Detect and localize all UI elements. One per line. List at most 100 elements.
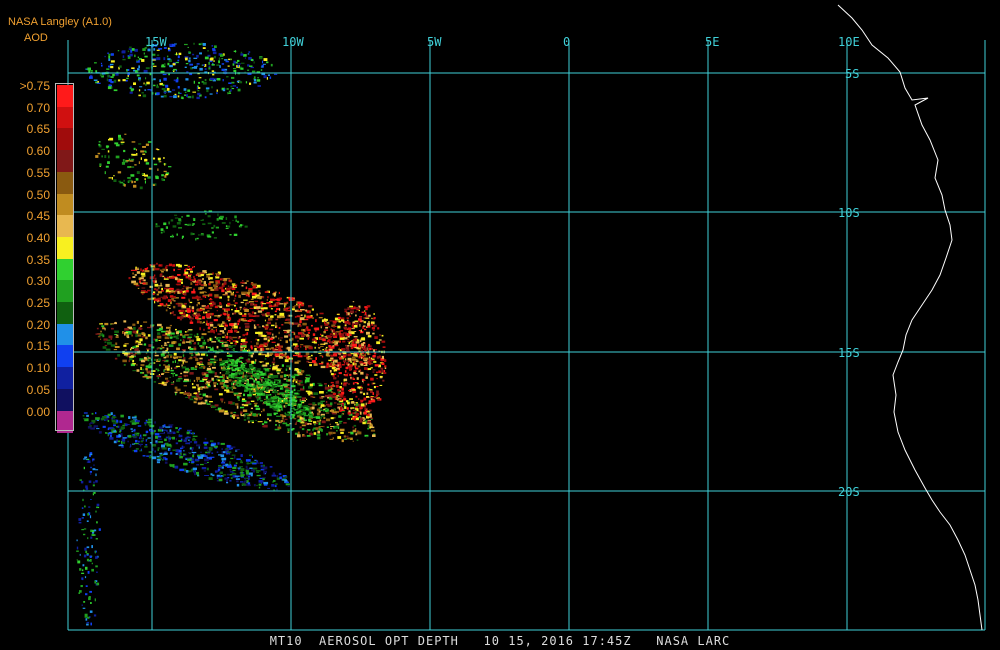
aerosol-pixel bbox=[219, 475, 223, 478]
aerosol-pixel bbox=[183, 357, 186, 360]
aerosol-pixel bbox=[168, 435, 170, 439]
aerosol-pixel bbox=[372, 382, 376, 384]
aerosol-pixel bbox=[117, 79, 121, 82]
aerosol-pixel bbox=[157, 225, 160, 227]
aerosol-pixel bbox=[256, 376, 260, 380]
aerosol-pixel bbox=[104, 55, 106, 58]
aerosol-pixel bbox=[191, 383, 194, 386]
aerosol-pixel bbox=[296, 303, 298, 305]
aerosol-pixel bbox=[261, 304, 263, 307]
aerosol-pixel bbox=[189, 379, 191, 382]
aerosol-pixel bbox=[352, 429, 356, 433]
aerosol-pixel bbox=[246, 383, 252, 387]
aerosol-pixel bbox=[225, 227, 229, 229]
aerosol-pixel bbox=[355, 314, 357, 317]
aerosol-pixel bbox=[267, 356, 269, 358]
aerosol-pixel bbox=[181, 307, 183, 309]
aerosol-pixel bbox=[252, 467, 258, 470]
aerosol-pixel bbox=[163, 157, 165, 159]
aerosol-pixel bbox=[341, 439, 344, 443]
aerosol-pixel bbox=[241, 400, 247, 402]
aerosol-pixel bbox=[279, 308, 281, 311]
aerosol-pixel bbox=[216, 345, 219, 349]
aerosol-pixel bbox=[221, 68, 225, 71]
aerosol-pixel bbox=[81, 529, 85, 531]
aerosol-pixel bbox=[310, 431, 312, 433]
aerosol-pixel bbox=[96, 582, 100, 586]
aerosol-pixel bbox=[196, 376, 200, 380]
aerosol-pixel bbox=[199, 321, 202, 324]
aerosol-pixel bbox=[163, 57, 166, 61]
aerosol-pixel bbox=[337, 389, 340, 392]
aerosol-pixel bbox=[246, 416, 250, 420]
aerosol-pixel bbox=[107, 341, 112, 345]
aerosol-pixel bbox=[261, 423, 265, 425]
aerosol-pixel bbox=[204, 437, 207, 440]
aerosol-pixel bbox=[217, 333, 222, 335]
aerosol-pixel bbox=[294, 316, 297, 318]
aerosol-pixel bbox=[250, 420, 255, 422]
aerosol-pixel bbox=[271, 385, 276, 388]
aerosol-pixel bbox=[109, 437, 114, 440]
aerosol-pixel bbox=[214, 45, 217, 48]
aerosol-pixel bbox=[250, 400, 255, 402]
aerosol-pixel bbox=[280, 375, 284, 378]
aerosol-pixel bbox=[286, 365, 291, 368]
aerosol-pixel bbox=[155, 338, 158, 342]
aerosol-pixel bbox=[134, 449, 138, 453]
aerosol-pixel bbox=[235, 450, 238, 452]
aerosol-pixel bbox=[347, 340, 350, 342]
aerosol-pixel bbox=[227, 451, 232, 453]
aerosol-pixel bbox=[158, 264, 162, 266]
aerosol-pixel bbox=[122, 138, 124, 141]
aerosol-pixel bbox=[128, 277, 131, 280]
aerosol-pixel bbox=[132, 434, 135, 436]
aerosol-pixel bbox=[220, 442, 225, 445]
aerosol-pixel bbox=[277, 385, 281, 387]
aerosol-pixel bbox=[177, 268, 181, 270]
aerosol-pixel bbox=[181, 349, 186, 351]
aerosol-pixel bbox=[299, 337, 304, 340]
aerosol-pixel bbox=[229, 359, 232, 362]
aerosol-pixel bbox=[350, 307, 354, 310]
aerosol-pixel bbox=[165, 283, 170, 287]
aerosol-pixel bbox=[268, 319, 270, 321]
aerosol-pixel bbox=[113, 79, 117, 83]
aerosol-pixel bbox=[318, 347, 321, 349]
aerosol-pixel bbox=[254, 395, 258, 398]
aerosol-pixel bbox=[287, 403, 291, 406]
aerosol-pixel bbox=[148, 370, 152, 373]
aerosol-pixel bbox=[277, 426, 282, 430]
aerosol-pixel bbox=[275, 344, 277, 347]
aerosol-pixel bbox=[367, 335, 372, 338]
aerosol-pixel bbox=[244, 291, 248, 295]
aerosol-pixel bbox=[371, 327, 375, 330]
aerosol-pixel bbox=[353, 325, 358, 328]
lon-label-5e: 5E bbox=[705, 35, 719, 49]
aerosol-pixel bbox=[218, 467, 222, 469]
aerosol-pixel bbox=[195, 238, 197, 241]
aerosol-pixel bbox=[321, 396, 325, 398]
aerosol-pixel bbox=[169, 449, 171, 451]
aerosol-pixel bbox=[142, 269, 144, 273]
aerosol-pixel bbox=[370, 426, 375, 429]
aerosol-pixel bbox=[219, 296, 222, 299]
aerosol-pixel bbox=[256, 342, 259, 345]
aerosol-pixel bbox=[219, 382, 224, 385]
aerosol-pixel bbox=[179, 312, 183, 314]
aerosol-pixel bbox=[240, 468, 245, 471]
aerosol-pixel bbox=[153, 381, 157, 383]
aerosol-pixel bbox=[193, 312, 195, 315]
aerosol-pixel bbox=[299, 400, 305, 403]
aerosol-pixel bbox=[240, 454, 243, 457]
aerosol-pixel bbox=[280, 337, 283, 339]
aerosol-pixel bbox=[381, 362, 385, 365]
aerosol-pixel bbox=[139, 79, 141, 82]
aerosol-pixel bbox=[136, 153, 138, 156]
aerosol-pixel bbox=[171, 234, 174, 238]
aerosol-pixel bbox=[224, 68, 228, 71]
aerosol-pixel bbox=[132, 370, 137, 372]
aerosol-pixel bbox=[301, 304, 304, 307]
aerosol-pixel bbox=[330, 417, 334, 420]
aerosol-pixel bbox=[86, 458, 90, 460]
